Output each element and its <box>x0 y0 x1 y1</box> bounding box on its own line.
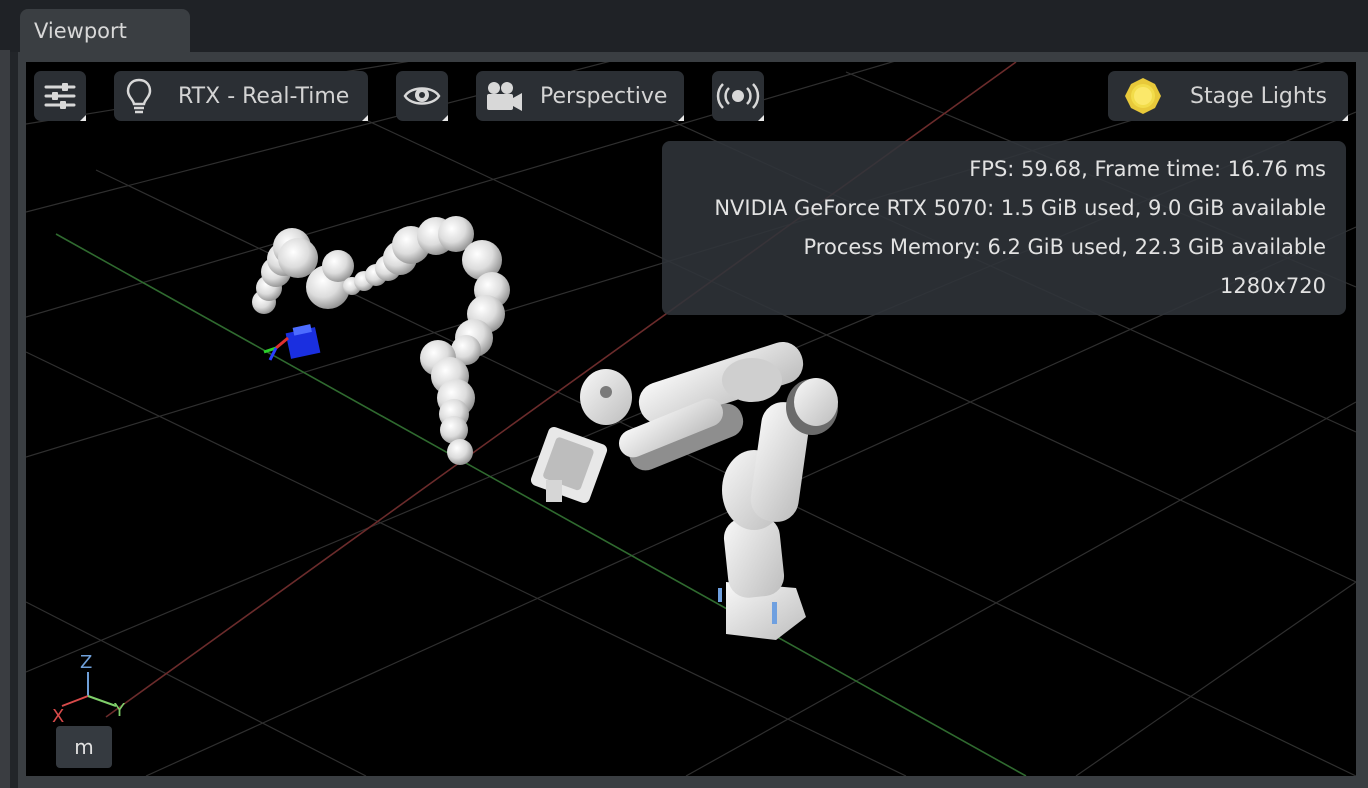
gpu-memory-text: NVIDIA GeForce RTX 5070: 1.5 GiB used, 9… <box>714 196 1326 220</box>
sliders-icon <box>43 80 77 112</box>
dropdown-corner-icon <box>678 115 684 121</box>
dropdown-corner-icon <box>80 115 86 121</box>
render-mode-label: RTX - Real-Time <box>178 83 350 109</box>
camera-label: Perspective <box>540 83 668 109</box>
tab-viewport[interactable]: Viewport <box>20 9 190 52</box>
movie-camera-icon <box>484 79 524 113</box>
tab-bar: Viewport <box>0 0 1368 52</box>
fps-text: FPS: 59.68, Frame time: 16.76 ms <box>969 157 1326 181</box>
eye-icon <box>403 83 441 109</box>
dropdown-corner-icon <box>1342 115 1348 121</box>
settings-button[interactable] <box>34 71 86 121</box>
target-gizmo[interactable] <box>263 324 321 361</box>
axis-orientation-gizmo: Z X Y <box>52 652 126 727</box>
y-axis-line <box>55 233 1027 776</box>
unit-badge[interactable]: m <box>56 726 112 768</box>
dropdown-corner-icon <box>362 115 368 121</box>
viewport-canvas[interactable]: RTX - Real-Time Perspective Stage Lights… <box>26 62 1356 776</box>
visibility-button[interactable] <box>396 71 448 121</box>
z-axis-label: Z <box>80 652 92 673</box>
broadcast-icon <box>716 81 760 111</box>
resolution-text: 1280x720 <box>1220 274 1326 298</box>
process-memory-text: Process Memory: 6.2 GiB used, 22.3 GiB a… <box>803 235 1327 259</box>
stage-lights-label: Stage Lights <box>1190 83 1327 109</box>
lightbulb-icon <box>124 78 154 114</box>
robot-arm[interactable] <box>529 337 838 640</box>
app-window: Viewport RTX - Real-Time Perspective Sta… <box>0 0 1368 788</box>
broadcast-button[interactable] <box>712 71 764 121</box>
x-axis-label: X <box>52 706 64 727</box>
left-panel-edge <box>0 50 10 788</box>
sun-icon <box>1124 77 1162 115</box>
dropdown-corner-icon <box>442 115 448 121</box>
dropdown-corner-icon <box>758 115 764 121</box>
render-mode-dropdown[interactable]: RTX - Real-Time <box>114 71 368 121</box>
stage-lights-dropdown[interactable]: Stage Lights <box>1108 71 1348 121</box>
camera-dropdown[interactable]: Perspective <box>476 71 684 121</box>
y-axis-label: Y <box>113 700 126 721</box>
performance-stats-overlay: FPS: 59.68, Frame time: 16.76 ms NVIDIA … <box>662 141 1346 315</box>
